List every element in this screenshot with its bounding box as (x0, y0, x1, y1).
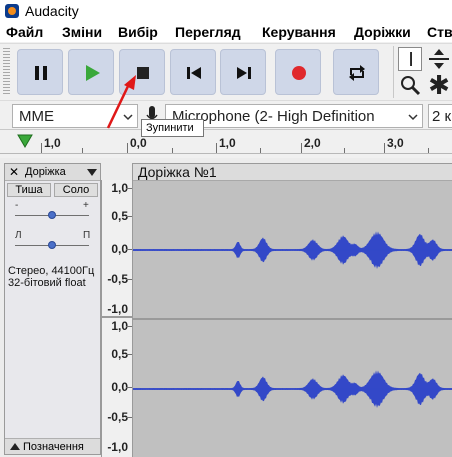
ruler-label: 1,0 (44, 136, 61, 150)
menu-select[interactable]: Вибір (118, 24, 158, 40)
stop-tooltip: Зупинити (141, 119, 204, 137)
track-header: ✕ Доріжка (5, 164, 100, 181)
recording-channels-select[interactable]: 2 ка (428, 104, 452, 128)
waveform-left-channel (133, 231, 452, 269)
waveform-right-channel (133, 370, 452, 408)
waveform-view[interactable]: Доріжка №1 (132, 163, 452, 457)
device-toolbar: MME Microphone (2- High Definition 2 ка (0, 100, 452, 128)
ruler-label: 2,0 (304, 136, 321, 150)
vertical-ruler[interactable]: 1,0 0,5 0,0 -0,5 -1,0 1,0 0,5 0,0 -0,5 -… (101, 180, 133, 457)
pause-button[interactable] (17, 49, 63, 95)
track-name-label: Доріжка №1 (133, 164, 452, 181)
gain-slider-thumb[interactable] (48, 211, 56, 219)
skip-to-start-icon (187, 67, 201, 79)
track-format-rate: Стерео, 44100Гц (8, 265, 95, 277)
dropdown-arrow-icon[interactable] (87, 169, 97, 176)
zoom-tool[interactable] (398, 73, 422, 97)
menu-tracks[interactable]: Доріжки (354, 24, 411, 40)
vruler-label: -0,5 (107, 272, 128, 286)
selection-tool[interactable]: I (398, 47, 422, 71)
menu-transport[interactable]: Керування (262, 24, 336, 40)
record-button[interactable] (275, 49, 321, 95)
envelope-tool-icon (429, 49, 449, 69)
collapse-arrow-icon (10, 443, 20, 450)
vruler-label: -1,0 (107, 440, 128, 454)
play-head-icon[interactable] (17, 134, 33, 148)
gain-plus-label: + (83, 200, 89, 211)
pan-left-label: Л (15, 230, 22, 241)
ruler-label: 0,0 (130, 136, 147, 150)
pan-right-label: П (83, 230, 91, 241)
pan-slider-thumb[interactable] (48, 241, 56, 249)
zoom-tool-icon (401, 76, 421, 96)
multi-tool-icon: ✱ (428, 70, 450, 100)
menu-file[interactable]: Файл (6, 24, 43, 40)
menu-view[interactable]: Перегляд (175, 24, 241, 40)
transport-toolbar: I ✱ (0, 43, 452, 98)
toolbar-separator (393, 46, 394, 98)
envelope-tool[interactable] (427, 47, 451, 71)
solo-button[interactable]: Соло (54, 183, 98, 197)
audacity-logo-icon (5, 4, 19, 18)
multi-tool[interactable]: ✱ (427, 70, 451, 100)
toolbar-grip[interactable] (3, 48, 10, 96)
track-select-label: Позначення (23, 441, 84, 453)
timeline-ruler[interactable]: 1,0 0,0 1,0 2,0 3,0 (0, 129, 452, 154)
record-icon (292, 66, 306, 80)
close-track-icon[interactable]: ✕ (7, 165, 21, 179)
track-control-panel[interactable]: ✕ Доріжка Тиша Соло - + Л П Стерео, 4410… (4, 163, 101, 455)
selection-tool-icon: I (408, 49, 414, 71)
audio-host-value: MME (19, 108, 54, 125)
title-bar: Audacity (0, 0, 452, 22)
recording-channels-value: 2 ка (432, 108, 452, 125)
ruler-label: 3,0 (387, 136, 404, 150)
skip-to-end-icon (237, 67, 251, 79)
gain-minus-label: - (15, 200, 19, 211)
red-arrow-annotation (106, 75, 136, 129)
mute-button[interactable]: Тиша (7, 183, 51, 197)
menu-bar: Файл Зміни Вибір Перегляд Керування Дорі… (0, 22, 452, 42)
window-title: Audacity (25, 3, 79, 19)
track-menu-button[interactable]: Доріжка (25, 166, 66, 178)
loop-icon (349, 65, 365, 81)
track-format-bits: 32-бітовий float (8, 277, 86, 289)
ruler-label: 1,0 (219, 136, 236, 150)
loop-button[interactable] (333, 49, 379, 95)
vruler-label: -0,5 (107, 410, 128, 424)
menu-edit[interactable]: Зміни (62, 24, 102, 40)
menu-generate[interactable]: Ств (427, 24, 452, 40)
vruler-label: -1,0 (107, 302, 128, 316)
pause-icon (35, 66, 47, 80)
chevron-down-icon (408, 114, 418, 121)
skip-to-start-button[interactable] (170, 49, 216, 95)
track-select-button[interactable]: Позначення (5, 438, 100, 454)
play-icon (86, 65, 100, 81)
skip-to-end-button[interactable] (220, 49, 266, 95)
